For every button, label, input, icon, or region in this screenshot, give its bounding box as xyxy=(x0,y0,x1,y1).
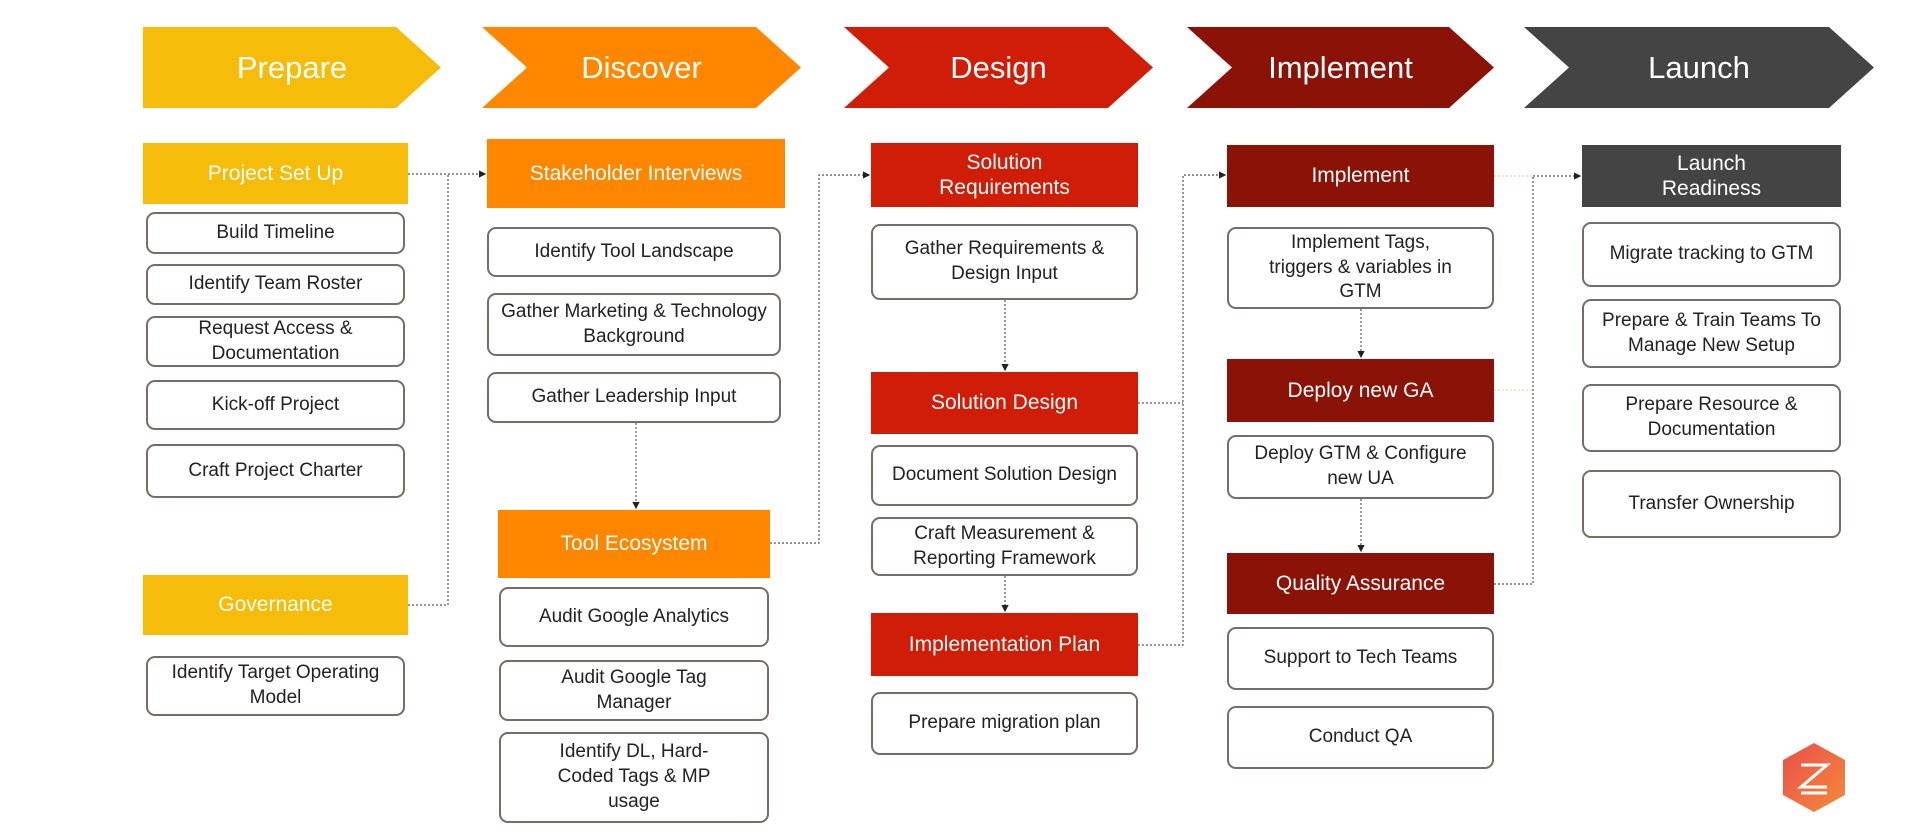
logo xyxy=(1781,741,1847,814)
z-hexagon-logo-icon xyxy=(1783,743,1845,812)
connector-lines xyxy=(408,0,1582,646)
